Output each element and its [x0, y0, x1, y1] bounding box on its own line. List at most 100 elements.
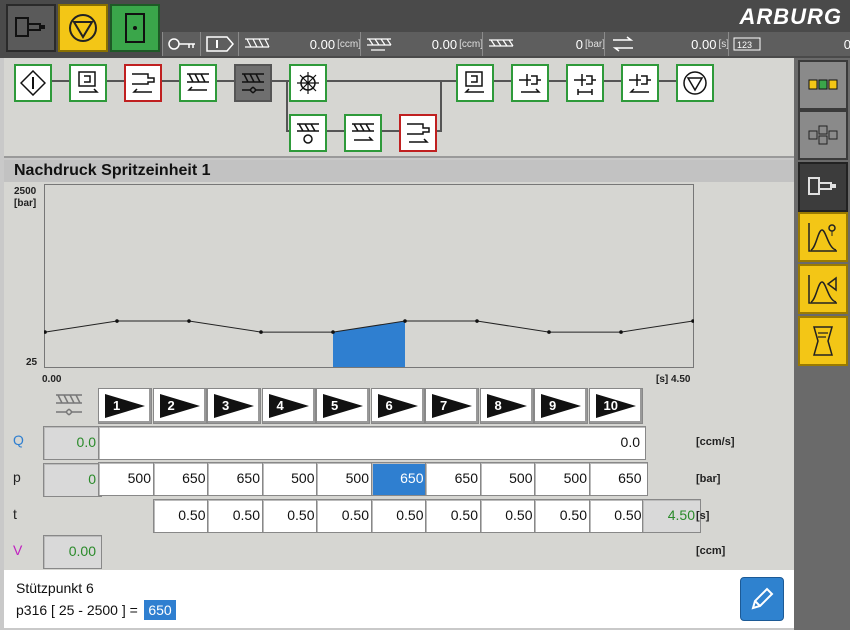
- process-ejector-forward-block[interactable]: [511, 64, 549, 102]
- process-start-block[interactable]: [14, 64, 52, 102]
- step-arrow-icon: [214, 394, 254, 418]
- q-setpoint-input[interactable]: 0.0: [98, 426, 646, 460]
- process-nozzle-back-block[interactable]: [399, 114, 437, 152]
- overview-icon: [808, 79, 838, 90]
- pressure-input-2[interactable]: 650: [152, 462, 212, 496]
- counter-value: 0: [843, 36, 850, 52]
- step-number: 7: [440, 398, 448, 413]
- pressure-input-1[interactable]: 500: [98, 462, 157, 496]
- curve-envelope-icon: [808, 275, 837, 304]
- profile-point-4: [259, 330, 263, 334]
- process-decompression-block[interactable]: [344, 114, 382, 152]
- injection-unit-icon: [808, 177, 836, 195]
- machine-mode-button[interactable]: [6, 4, 56, 52]
- step-number: 5: [331, 398, 339, 413]
- overview-button[interactable]: [798, 60, 848, 110]
- step-arrow-icon: [377, 394, 418, 418]
- step-button-10[interactable]: 10: [588, 388, 643, 424]
- process-ejector-shake-block[interactable]: [566, 64, 604, 102]
- time-input-7[interactable]: 0.50: [425, 499, 484, 533]
- return-volume-status: 0.00 [ccm]: [360, 32, 487, 56]
- pressure-input-7[interactable]: 650: [425, 462, 484, 496]
- profile-point-7: [475, 319, 479, 323]
- pressure-input-4[interactable]: 500: [261, 462, 321, 496]
- step-arrow-icon: [323, 394, 363, 418]
- process-ejector-back-block[interactable]: [621, 64, 659, 102]
- return-volume-value: 0.00: [431, 36, 458, 52]
- holding-pressure-symbol: [54, 390, 86, 425]
- q-unit: [ccm/s]: [696, 436, 735, 448]
- curve-icon: [808, 223, 837, 252]
- time-input-5[interactable]: 0.50: [316, 499, 375, 533]
- time-input-4[interactable]: 0.50: [261, 499, 321, 533]
- document-button[interactable]: [798, 316, 848, 366]
- process-holding-pressure-block[interactable]: [234, 64, 272, 102]
- y-axis-max: 2500: [14, 186, 37, 197]
- structure-button[interactable]: [798, 110, 848, 160]
- ejector-shake-icon: [574, 74, 596, 95]
- time-input-10[interactable]: 0.50: [588, 499, 648, 533]
- step-button-5[interactable]: 5: [316, 388, 370, 424]
- start-diamond-icon: [20, 70, 46, 96]
- process-mould-open-block[interactable]: [456, 64, 494, 102]
- stop-button[interactable]: [58, 4, 108, 52]
- step-button-2[interactable]: 2: [152, 388, 207, 424]
- process-end-block[interactable]: [676, 64, 714, 102]
- step-button-6[interactable]: 6: [370, 388, 425, 424]
- cycle-time-value: 0.00: [691, 36, 717, 52]
- process-mould-close-block[interactable]: [69, 64, 107, 102]
- step-number: 1: [113, 398, 121, 413]
- door-icon: [125, 13, 145, 43]
- time-input-8[interactable]: 0.50: [479, 499, 539, 533]
- step-button-8[interactable]: 8: [479, 388, 534, 424]
- step-arrow-icon: [268, 394, 309, 418]
- process-cooling-block[interactable]: [289, 64, 327, 102]
- time-input-2[interactable]: 0.50: [152, 499, 212, 533]
- time-input-9[interactable]: 0.50: [534, 499, 593, 533]
- pressure-input-8[interactable]: 500: [479, 462, 539, 496]
- pressure-input-5[interactable]: 500: [316, 462, 375, 496]
- profile-point-3: [187, 319, 191, 323]
- step-button-7[interactable]: 7: [425, 388, 479, 424]
- parameter-value[interactable]: 650: [144, 600, 176, 620]
- process-nozzle-forward-block[interactable]: [124, 64, 162, 102]
- edit-button[interactable]: [740, 577, 784, 621]
- metering-volume-unit: [ccm]: [337, 38, 361, 50]
- step-number: 3: [222, 398, 230, 413]
- row-label-t: t: [13, 506, 17, 522]
- info-bar: [4, 570, 794, 628]
- screw-decompress-icon: [352, 123, 374, 141]
- mould-close-icon: [78, 71, 99, 93]
- pressure-input-9[interactable]: 500: [534, 462, 593, 496]
- pencil-icon: [751, 587, 774, 610]
- v-current-value: 0.00: [43, 535, 102, 569]
- mould-open-icon: [464, 71, 484, 93]
- input-icon: [206, 36, 234, 52]
- time-input-6[interactable]: 0.50: [370, 499, 430, 533]
- step-button-1[interactable]: 1: [98, 388, 152, 424]
- right-side-panel: [794, 58, 850, 630]
- step-number: 8: [494, 398, 502, 413]
- pressure-input-3[interactable]: 650: [207, 462, 266, 496]
- step-arrow-icon: [105, 394, 145, 418]
- structure-icon: [808, 125, 838, 145]
- step-button-3[interactable]: 3: [207, 388, 261, 424]
- support-point-title: Stützpunkt 6: [16, 580, 94, 596]
- screw-return-icon: [367, 38, 392, 51]
- process-dosing-block[interactable]: [289, 114, 327, 152]
- step-button-9[interactable]: 9: [534, 388, 588, 424]
- pressure-input-6[interactable]: 650: [370, 462, 430, 496]
- input-status[interactable]: [200, 32, 239, 56]
- injection-unit-button[interactable]: [798, 162, 848, 212]
- metering-volume-value: 0.00: [309, 36, 336, 52]
- door-button[interactable]: [110, 4, 160, 52]
- key-status[interactable]: [162, 32, 201, 56]
- step-button-4[interactable]: 4: [261, 388, 316, 424]
- process-injection-block[interactable]: [179, 64, 217, 102]
- nozzle-forward-icon: [132, 73, 155, 93]
- curve-button[interactable]: [798, 212, 848, 262]
- profile-point-6: [403, 319, 407, 323]
- time-input-3[interactable]: 0.50: [207, 499, 266, 533]
- curve-envelope-button[interactable]: [798, 264, 848, 314]
- pressure-input-10[interactable]: 650: [588, 462, 648, 496]
